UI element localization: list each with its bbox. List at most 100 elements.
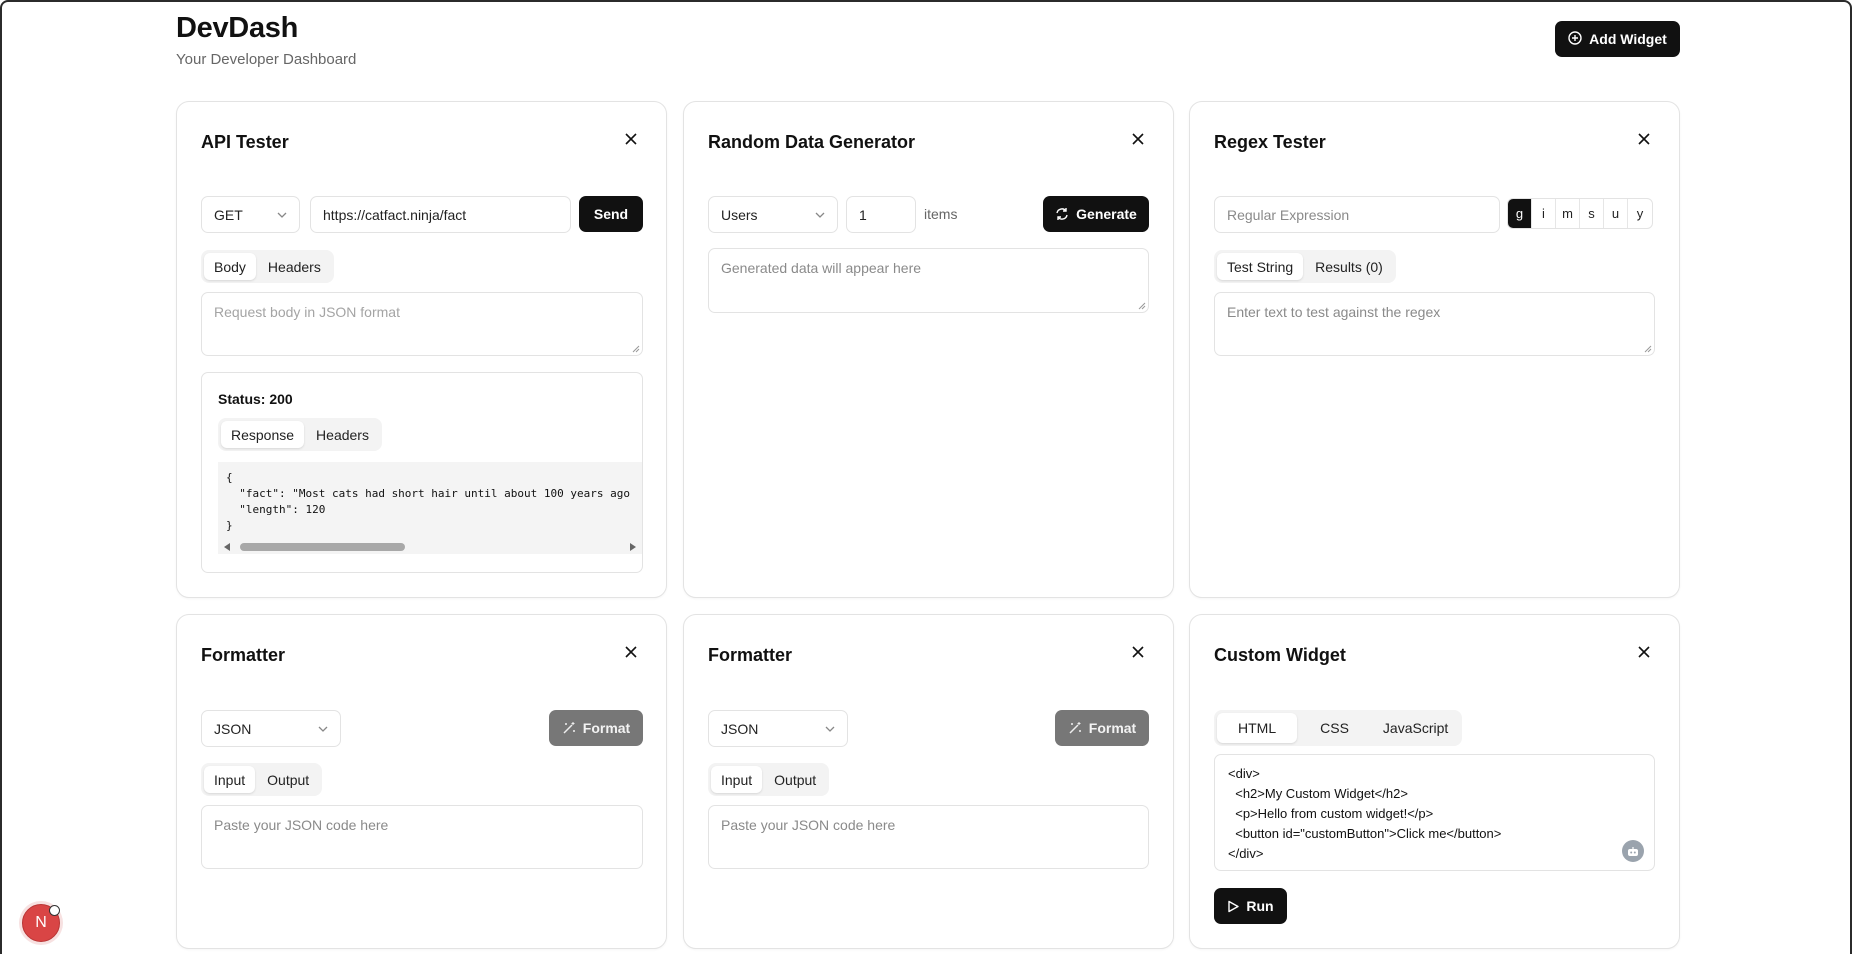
language-value: JSON: [214, 720, 252, 737]
random-data-widget: Random Data Generator Users 1 items Gene…: [683, 101, 1174, 598]
body-placeholder: Request body in JSON format: [214, 304, 400, 320]
language-value: JSON: [721, 720, 759, 737]
scrollbar-thumb[interactable]: [240, 543, 405, 551]
item-count-input[interactable]: 1: [846, 196, 916, 233]
flag-y[interactable]: y: [1628, 199, 1652, 228]
url-value: https://catfact.ninja/fact: [323, 206, 467, 223]
format-label: Format: [1088, 720, 1137, 736]
code-line: }: [226, 519, 233, 532]
run-button[interactable]: Run: [1214, 888, 1287, 924]
flag-s[interactable]: s: [1580, 199, 1604, 228]
data-type-value: Users: [721, 206, 758, 223]
send-label: Send: [593, 206, 629, 222]
method-value: GET: [214, 206, 243, 223]
regex-input[interactable]: Regular Expression: [1214, 196, 1500, 233]
close-widget-button[interactable]: [622, 130, 640, 148]
widget-title: Custom Widget: [1214, 645, 1346, 665]
resize-handle-icon[interactable]: [632, 345, 640, 353]
resize-handle-icon[interactable]: [1138, 302, 1146, 310]
close-icon: [1638, 133, 1650, 145]
formatter-tabs: Input Output: [201, 763, 323, 796]
response-tabs: Response Headers: [218, 418, 382, 451]
code-input[interactable]: Paste your JSON code here: [201, 805, 643, 869]
app-subtitle: Your Developer Dashboard: [176, 51, 357, 68]
tab-test-string[interactable]: Test String: [1217, 253, 1304, 280]
tab-response[interactable]: Response: [221, 421, 305, 448]
close-icon: [1638, 646, 1650, 658]
regex-flags: g i m s u y: [1507, 198, 1653, 229]
code-line: {: [226, 471, 233, 484]
language-select[interactable]: JSON: [201, 710, 341, 747]
code-editor[interactable]: <div> <h2>My Custom Widget</h2> <p>Hello…: [1214, 754, 1655, 871]
add-widget-button[interactable]: Add Widget: [1555, 21, 1680, 57]
flag-i[interactable]: i: [1532, 199, 1556, 228]
items-label: items: [924, 206, 958, 222]
close-widget-button[interactable]: [1635, 643, 1653, 661]
formatter-tabs: Input Output: [708, 763, 830, 796]
ai-assistant-icon[interactable]: [1622, 840, 1644, 862]
close-widget-button[interactable]: [1129, 643, 1147, 661]
avatar-initial: N: [35, 914, 47, 931]
resize-handle-icon[interactable]: [1644, 345, 1652, 353]
tab-headers[interactable]: Headers: [258, 253, 331, 280]
widget-title: Regex Tester: [1214, 132, 1326, 152]
tab-output[interactable]: Output: [257, 766, 319, 793]
request-tabs: Body Headers: [201, 250, 334, 283]
close-widget-button[interactable]: [622, 643, 640, 661]
widget-title: Formatter: [708, 645, 793, 665]
run-label: Run: [1246, 898, 1274, 914]
response-panel: Status: 200 Response Headers { "fact": "…: [201, 372, 643, 573]
widget-title: Random Data Generator: [708, 132, 916, 152]
request-body-input[interactable]: Request body in JSON format: [201, 292, 643, 356]
close-widget-button[interactable]: [1129, 130, 1147, 148]
scroll-right-icon[interactable]: [629, 543, 636, 551]
format-button[interactable]: Format: [1055, 710, 1149, 746]
formatter-widget: Formatter JSON Format Input Output Paste…: [683, 614, 1174, 949]
input-placeholder: Paste your JSON code here: [214, 817, 389, 833]
flag-m[interactable]: m: [1556, 199, 1580, 228]
tab-javascript[interactable]: JavaScript: [1372, 713, 1459, 743]
tab-response-headers[interactable]: Headers: [306, 421, 379, 448]
widget-title: Formatter: [201, 645, 286, 665]
generated-data-output[interactable]: Generated data will appear here: [708, 248, 1149, 313]
regex-tabs: Test String Results (0): [1214, 250, 1396, 283]
refresh-icon: [1056, 208, 1068, 220]
tab-css[interactable]: CSS: [1299, 713, 1370, 743]
code-line: <h2>My Custom Widget</h2>: [1228, 786, 1408, 801]
tab-body[interactable]: Body: [204, 253, 256, 280]
language-select[interactable]: JSON: [708, 710, 848, 747]
flag-u[interactable]: u: [1604, 199, 1628, 228]
code-input[interactable]: Paste your JSON code here: [708, 805, 1149, 869]
chevron-down-icon: [318, 726, 328, 732]
send-button[interactable]: Send: [579, 196, 643, 232]
response-code: { "fact": "Most cats had short hair unti…: [218, 462, 642, 540]
scroll-left-icon[interactable]: [224, 543, 231, 551]
plus-circle-icon: [1568, 30, 1582, 48]
widget-title: API Tester: [201, 132, 289, 152]
add-widget-label: Add Widget: [1589, 31, 1667, 47]
method-select[interactable]: GET: [201, 196, 300, 233]
code-tabs: HTML CSS JavaScript: [1214, 710, 1463, 746]
code-line: <p>Hello from custom widget!</p>: [1228, 806, 1434, 821]
close-icon: [1132, 646, 1144, 658]
generate-button[interactable]: Generate: [1043, 196, 1149, 232]
chevron-down-icon: [825, 726, 835, 732]
tab-input[interactable]: Input: [711, 766, 763, 793]
tab-output[interactable]: Output: [764, 766, 826, 793]
tab-html[interactable]: HTML: [1217, 713, 1298, 743]
api-tester-widget: API Tester GET https://catfact.ninja/fac…: [176, 101, 667, 598]
url-input[interactable]: https://catfact.ninja/fact: [310, 196, 571, 233]
data-type-select[interactable]: Users: [708, 196, 838, 233]
output-placeholder: Generated data will appear here: [721, 260, 922, 276]
close-widget-button[interactable]: [1635, 130, 1653, 148]
tab-results[interactable]: Results (0): [1305, 253, 1393, 280]
test-string-input[interactable]: Enter text to test against the regex: [1214, 292, 1655, 356]
regex-tester-widget: Regex Tester Regular Expression g i m s …: [1189, 101, 1680, 598]
close-icon: [625, 646, 637, 658]
format-button[interactable]: Format: [549, 710, 643, 746]
tab-input[interactable]: Input: [204, 766, 256, 793]
play-icon: [1228, 900, 1240, 912]
flag-g[interactable]: g: [1508, 199, 1532, 228]
horizontal-scrollbar[interactable]: [218, 540, 642, 554]
code-line: <button id="customButton">Click me</butt…: [1228, 826, 1502, 841]
